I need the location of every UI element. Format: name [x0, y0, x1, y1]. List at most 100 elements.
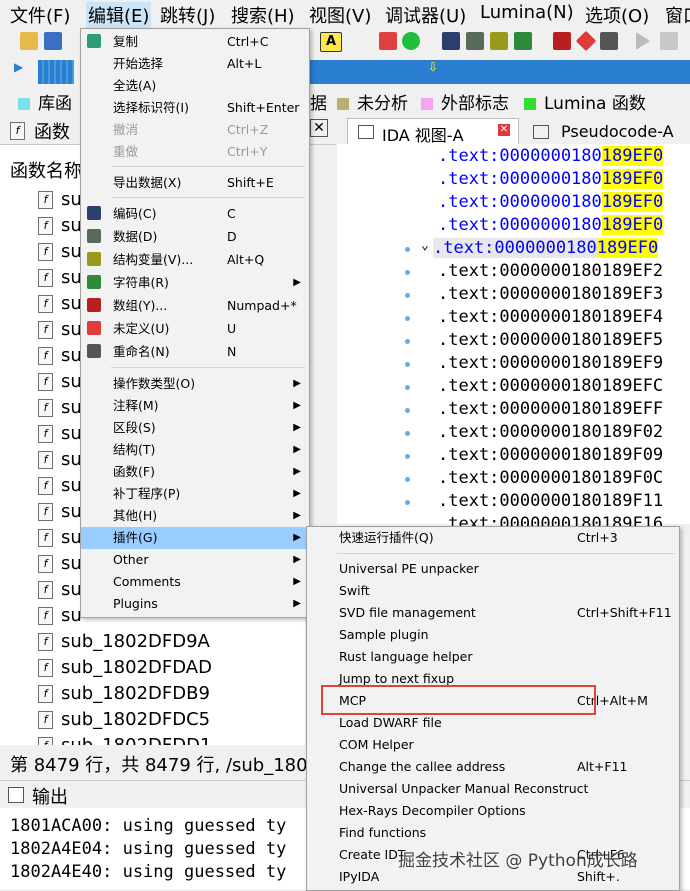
edit-menu-item-structs[interactable]: 结构(T) ▶: [81, 439, 309, 461]
menu-file[interactable]: 文件(F): [10, 2, 70, 28]
edit-menu-item-other-cn[interactable]: 其他(H) ▶: [81, 505, 309, 527]
code-icon[interactable]: [442, 32, 460, 50]
edit-menu-item-plugins-cn[interactable]: 插件(G) ▶: [81, 527, 309, 549]
function-list-item[interactable]: f sub_1802DFDB9: [38, 683, 210, 704]
function-list-item[interactable]: f su: [38, 319, 82, 340]
asm-line[interactable]: .text:0000000180189EF5: [438, 330, 663, 350]
function-list-item[interactable]: f su: [38, 189, 82, 210]
array-icon[interactable]: [553, 32, 571, 50]
asm-line[interactable]: .text:0000000180189F09: [438, 445, 663, 465]
asm-line[interactable]: .text:0000000180189EF2: [438, 261, 663, 281]
edit-menu-item-struct-var[interactable]: 结构变量(V)... Alt+Q: [81, 249, 309, 271]
menu-jump[interactable]: 跳转(J): [160, 2, 215, 28]
edit-menu-item-copy[interactable]: 复制 Ctrl+C: [81, 31, 309, 53]
edit-menu-item-redo[interactable]: 重做 Ctrl+Y: [81, 141, 309, 163]
edit-menu-item-data[interactable]: 数据(D) D: [81, 226, 309, 248]
plugin-item-find-functions[interactable]: Find functions: [307, 822, 679, 844]
edit-menu-item-select-ident[interactable]: 选择标识符(I) Shift+Enter: [81, 97, 309, 119]
edit-menu-item-undo[interactable]: 撤消 Ctrl+Z: [81, 119, 309, 141]
undefine-icon[interactable]: [575, 30, 597, 52]
asm-line[interactable]: .text:0000000180189F11: [438, 491, 663, 511]
plugin-item-sample-plugin[interactable]: Sample plugin: [307, 624, 679, 646]
function-list-item[interactable]: f su: [38, 293, 82, 314]
plugin-item-universal-pe-unpacker[interactable]: Universal PE unpacker: [307, 558, 679, 580]
pause-icon[interactable]: [660, 32, 678, 50]
rename-icon[interactable]: [600, 32, 618, 50]
plugin-item-svd-file-management[interactable]: SVD file management Ctrl+Shift+F11: [307, 602, 679, 624]
asm-line[interactable]: .text:0000000180189EFF: [438, 399, 663, 419]
edit-menu-item-operand-type[interactable]: 操作数类型(O) ▶: [81, 373, 309, 395]
edit-menu-item-code[interactable]: 编码(C) C: [81, 203, 309, 225]
plugin-item-quick-run[interactable]: 快速运行插件(Q) Ctrl+3: [307, 527, 679, 549]
edit-menu-item-plugins[interactable]: Plugins ▶: [81, 593, 309, 615]
asm-line[interactable]: .text:0000000180189EFC: [438, 376, 663, 396]
struct-icon[interactable]: [490, 32, 508, 50]
stop-icon[interactable]: [379, 32, 397, 50]
tab-pseudocode[interactable]: Pseudocode-A: [527, 120, 690, 144]
edit-menu-item-rename[interactable]: 重命名(N) N: [81, 341, 309, 363]
menu-lumina[interactable]: Lumina(N): [480, 2, 574, 23]
function-list-item[interactable]: f su: [38, 527, 82, 548]
function-list-item[interactable]: f su: [38, 371, 82, 392]
asm-line[interactable]: .text:0000000180189EF9: [438, 353, 663, 373]
edit-menu-item-other[interactable]: Other ▶: [81, 549, 309, 571]
asm-line[interactable]: .text:0000000180189F0C: [438, 468, 663, 488]
close-tab-icon[interactable]: ✕: [498, 124, 510, 136]
plugin-item-hex-rays-decompiler-options[interactable]: Hex-Rays Decompiler Options: [307, 800, 679, 822]
disassembly-view[interactable]: .text:0000000180189EF0 .text:000000018018…: [337, 144, 690, 534]
plugin-item-change-the-callee-address[interactable]: Change the callee address Alt+F11: [307, 756, 679, 778]
menu-options[interactable]: 选项(O): [585, 2, 649, 28]
run-icon[interactable]: [402, 32, 420, 50]
plugin-item-load-dwarf-file[interactable]: Load DWARF file: [307, 712, 679, 734]
function-list-item[interactable]: f su: [38, 475, 82, 496]
edit-menu-item-select-all[interactable]: 全选(A): [81, 75, 309, 97]
plugin-item-com-helper[interactable]: COM Helper: [307, 734, 679, 756]
function-list-item[interactable]: f su: [38, 605, 82, 626]
asm-line[interactable]: .text:0000000180189EF3: [438, 284, 663, 304]
function-list-item[interactable]: f su: [38, 579, 82, 600]
plugin-item-universal-unpacker-manual-reconstruct[interactable]: Universal Unpacker Manual Reconstruct: [307, 778, 679, 800]
function-list-item[interactable]: f su: [38, 267, 82, 288]
asm-line[interactable]: .text:0000000180189EF4: [438, 307, 663, 327]
function-list-item[interactable]: f sub_1802DFD9A: [38, 631, 210, 652]
edit-menu-item-segments[interactable]: 区段(S) ▶: [81, 417, 309, 439]
edit-menu-item-comments[interactable]: Comments ▶: [81, 571, 309, 593]
function-name-column-header[interactable]: 函数名称: [10, 157, 82, 183]
function-list-item[interactable]: f su: [38, 501, 82, 522]
close-panel-icon[interactable]: ✕: [310, 119, 328, 137]
edit-menu-item-patch[interactable]: 补丁程序(P) ▶: [81, 483, 309, 505]
function-list-item[interactable]: f su: [38, 397, 82, 418]
function-list-item[interactable]: f su: [38, 345, 82, 366]
function-list-item[interactable]: f su: [38, 553, 82, 574]
asm-line[interactable]: .text:0000000180189EF0: [438, 192, 664, 212]
function-list-item[interactable]: f su: [38, 423, 82, 444]
asm-line[interactable]: .text:0000000180189EF0: [433, 238, 659, 258]
menu-window[interactable]: 窗口: [665, 2, 690, 28]
play-icon[interactable]: [636, 32, 650, 50]
collapse-chevron-icon[interactable]: ⌄: [421, 238, 429, 253]
menu-view[interactable]: 视图(V): [309, 2, 371, 28]
menu-debugger[interactable]: 调试器(U): [385, 2, 466, 28]
open-folder-icon[interactable]: [20, 32, 38, 50]
function-list-item[interactable]: f sub_1802DFDD1: [38, 735, 211, 745]
asm-line[interactable]: .text:0000000180189F02: [438, 422, 663, 442]
function-list-item[interactable]: f su: [38, 215, 82, 236]
edit-menu-item-array[interactable]: 数组(Y)... Numpad+*: [81, 295, 309, 317]
edit-menu-item-begin-select[interactable]: 开始选择 Alt+L: [81, 53, 309, 75]
function-list-item[interactable]: f sub_1802DFDAD: [38, 657, 212, 678]
edit-menu-item-comments-cn[interactable]: 注释(M) ▶: [81, 395, 309, 417]
asm-line[interactable]: .text:0000000180189EF0: [438, 169, 664, 189]
function-list-item[interactable]: f sub_1802DFDC5: [38, 709, 210, 730]
menu-edit[interactable]: 编辑(E): [86, 2, 152, 28]
save-icon[interactable]: [44, 32, 62, 50]
edit-menu-item-export[interactable]: 导出数据(X) Shift+E: [81, 172, 309, 194]
function-list-item[interactable]: f su: [38, 449, 82, 470]
edit-menu-item-strings[interactable]: 字符串(R) ▶: [81, 272, 309, 294]
asm-line[interactable]: .text:0000000180189EF0: [438, 146, 664, 166]
plugin-item-swift[interactable]: Swift: [307, 580, 679, 602]
plugin-item-rust-language-helper[interactable]: Rust language helper: [307, 646, 679, 668]
menu-search[interactable]: 搜索(H): [231, 2, 295, 28]
string-a-icon[interactable]: A: [320, 32, 342, 52]
asm-line[interactable]: .text:0000000180189EF0: [438, 215, 664, 235]
data-icon[interactable]: [466, 32, 484, 50]
